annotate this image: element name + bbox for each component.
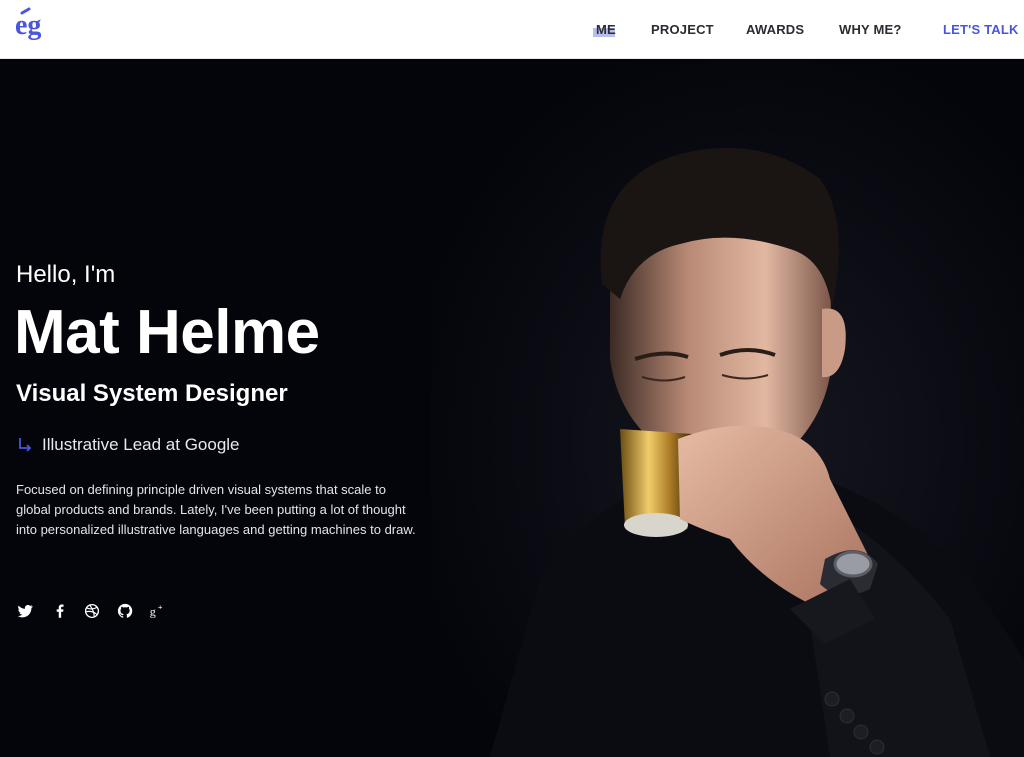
twitter-icon[interactable] [16, 602, 34, 620]
svg-text:+: + [158, 603, 163, 612]
svg-text:g: g [150, 605, 156, 619]
logo-mark: eg [15, 7, 41, 41]
facebook-icon[interactable] [51, 602, 69, 620]
nav-project[interactable]: PROJECT [651, 22, 714, 37]
site-header: eg ME PROJECT AWARDS WHY ME? LET'S TALK [0, 0, 1024, 59]
portrait-photo [430, 59, 1024, 757]
hero-bio: Focused on defining principle driven vis… [16, 482, 416, 537]
github-icon[interactable] [116, 602, 134, 620]
google-plus-icon[interactable]: g + [149, 602, 167, 620]
dribbble-icon[interactable] [83, 602, 101, 620]
hero-lead-text: Illustrative Lead at Google [42, 435, 240, 454]
logo-text: eg [15, 10, 41, 41]
logo[interactable]: eg [14, 7, 60, 51]
nav-me[interactable]: ME [593, 22, 616, 37]
nav-lets-talk[interactable]: LET'S TALK [943, 22, 1019, 37]
hero-lead: Illustrative Lead at Google [16, 435, 240, 455]
hero-section: Hello, I'm Mat Helme Visual System Desig… [0, 59, 1024, 757]
greeting: Hello, I'm [16, 261, 116, 288]
return-arrow-icon [16, 436, 34, 454]
nav-awards[interactable]: AWARDS [746, 22, 804, 37]
hero-name: Mat Helme [14, 298, 320, 367]
nav-why-me[interactable]: WHY ME? [839, 22, 902, 37]
hero-role: Visual System Designer [16, 380, 288, 407]
